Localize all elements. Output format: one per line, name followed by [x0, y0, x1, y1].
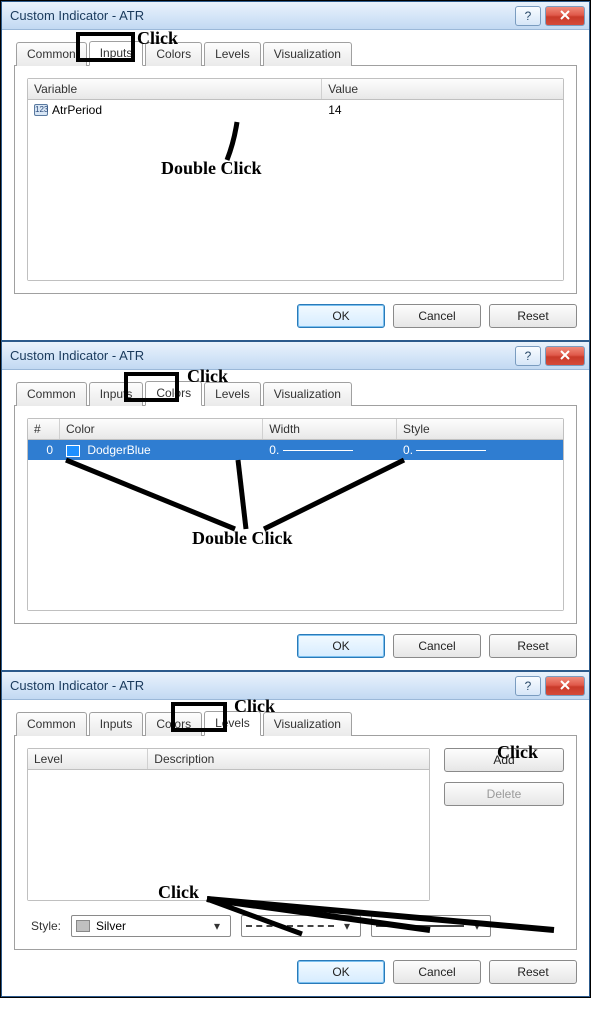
- tab-bar: Common Inputs Colors Levels Visualizatio…: [14, 710, 577, 736]
- inputs-table: Variable Value 123 AtrPeriod 14: [27, 78, 564, 281]
- table-row[interactable]: 123 AtrPeriod 14: [28, 100, 563, 120]
- style-label: Style:: [31, 919, 61, 933]
- close-button[interactable]: [545, 676, 585, 696]
- int-icon: 123: [34, 104, 48, 116]
- colors-table: # Color Width Style 0 DodgerBlue 0.: [27, 418, 564, 611]
- col-variable[interactable]: Variable: [28, 79, 322, 99]
- ok-button[interactable]: OK: [297, 960, 385, 984]
- close-icon: [560, 679, 570, 693]
- silver-swatch-icon: [76, 920, 90, 932]
- reset-button[interactable]: Reset: [489, 960, 577, 984]
- tab-inputs[interactable]: Inputs: [89, 382, 144, 406]
- window-title: Custom Indicator - ATR: [10, 348, 511, 363]
- titlebar: Custom Indicator - ATR ?: [2, 342, 589, 370]
- cancel-button[interactable]: Cancel: [393, 634, 481, 658]
- col-num[interactable]: #: [28, 419, 60, 439]
- color-swatch-icon: [66, 445, 80, 457]
- tab-bar: Common Inputs Colors Levels Visualizatio…: [14, 40, 577, 66]
- table-row[interactable]: 0 DodgerBlue 0. 0.: [28, 440, 563, 460]
- close-icon: [560, 349, 570, 363]
- cell-color: DodgerBlue: [87, 443, 150, 457]
- cell-value[interactable]: 14: [322, 100, 563, 120]
- width-preview-icon: [283, 450, 353, 451]
- tab-inputs[interactable]: Inputs: [89, 41, 144, 66]
- tab-colors[interactable]: Colors: [145, 712, 202, 736]
- dialog-inputs: Custom Indicator - ATR ? Common Inputs C…: [1, 1, 590, 341]
- tab-visualization[interactable]: Visualization: [263, 42, 352, 66]
- help-button[interactable]: ?: [515, 6, 541, 26]
- col-level[interactable]: Level: [28, 749, 148, 769]
- tab-levels[interactable]: Levels: [204, 711, 261, 736]
- tab-common[interactable]: Common: [16, 42, 87, 66]
- style-preview-icon: [416, 450, 486, 451]
- delete-button: Delete: [444, 782, 564, 806]
- ok-button[interactable]: OK: [297, 634, 385, 658]
- col-color[interactable]: Color: [60, 419, 263, 439]
- cancel-button[interactable]: Cancel: [393, 960, 481, 984]
- titlebar: Custom Indicator - ATR ?: [2, 672, 589, 700]
- ok-button[interactable]: OK: [297, 304, 385, 328]
- col-style[interactable]: Style: [397, 419, 563, 439]
- close-button[interactable]: [545, 346, 585, 366]
- col-width[interactable]: Width: [263, 419, 397, 439]
- chevron-down-icon: ▾: [208, 919, 226, 933]
- tab-levels[interactable]: Levels: [204, 42, 261, 66]
- close-button[interactable]: [545, 6, 585, 26]
- style-dash-combo[interactable]: ▾: [241, 915, 361, 937]
- col-description[interactable]: Description: [148, 749, 429, 769]
- cell-variable: AtrPeriod: [52, 103, 102, 117]
- tab-common[interactable]: Common: [16, 382, 87, 406]
- tab-common[interactable]: Common: [16, 712, 87, 736]
- col-value[interactable]: Value: [322, 79, 563, 99]
- style-width-combo[interactable]: ▾: [371, 915, 491, 937]
- dash-preview-icon: [246, 925, 334, 927]
- tab-levels[interactable]: Levels: [204, 382, 261, 406]
- tab-colors[interactable]: Colors: [145, 381, 202, 406]
- style-color-value: Silver: [96, 919, 208, 933]
- cell-width: 0.: [269, 443, 279, 457]
- cell-num: 0: [28, 440, 60, 460]
- help-button[interactable]: ?: [515, 346, 541, 366]
- cell-style: 0.: [403, 443, 413, 457]
- dialog-colors: Custom Indicator - ATR ? Common Inputs C…: [1, 341, 590, 671]
- tab-bar: Common Inputs Colors Levels Visualizatio…: [14, 380, 577, 406]
- levels-table: Level Description: [27, 748, 430, 901]
- window-title: Custom Indicator - ATR: [10, 8, 511, 23]
- dialog-levels: Custom Indicator - ATR ? Common Inputs C…: [1, 671, 590, 997]
- titlebar: Custom Indicator - ATR ?: [2, 2, 589, 30]
- tab-inputs[interactable]: Inputs: [89, 712, 144, 736]
- chevron-down-icon: ▾: [468, 919, 486, 933]
- style-color-combo[interactable]: Silver ▾: [71, 915, 231, 937]
- help-button[interactable]: ?: [515, 676, 541, 696]
- levels-empty-area[interactable]: [28, 770, 429, 900]
- chevron-down-icon: ▾: [338, 919, 356, 933]
- add-button[interactable]: Add: [444, 748, 564, 772]
- reset-button[interactable]: Reset: [489, 634, 577, 658]
- tab-visualization[interactable]: Visualization: [263, 382, 352, 406]
- cancel-button[interactable]: Cancel: [393, 304, 481, 328]
- line-preview-icon: [376, 925, 464, 927]
- window-title: Custom Indicator - ATR: [10, 678, 511, 693]
- close-icon: [560, 9, 570, 23]
- tab-visualization[interactable]: Visualization: [263, 712, 352, 736]
- tab-colors[interactable]: Colors: [145, 42, 202, 66]
- reset-button[interactable]: Reset: [489, 304, 577, 328]
